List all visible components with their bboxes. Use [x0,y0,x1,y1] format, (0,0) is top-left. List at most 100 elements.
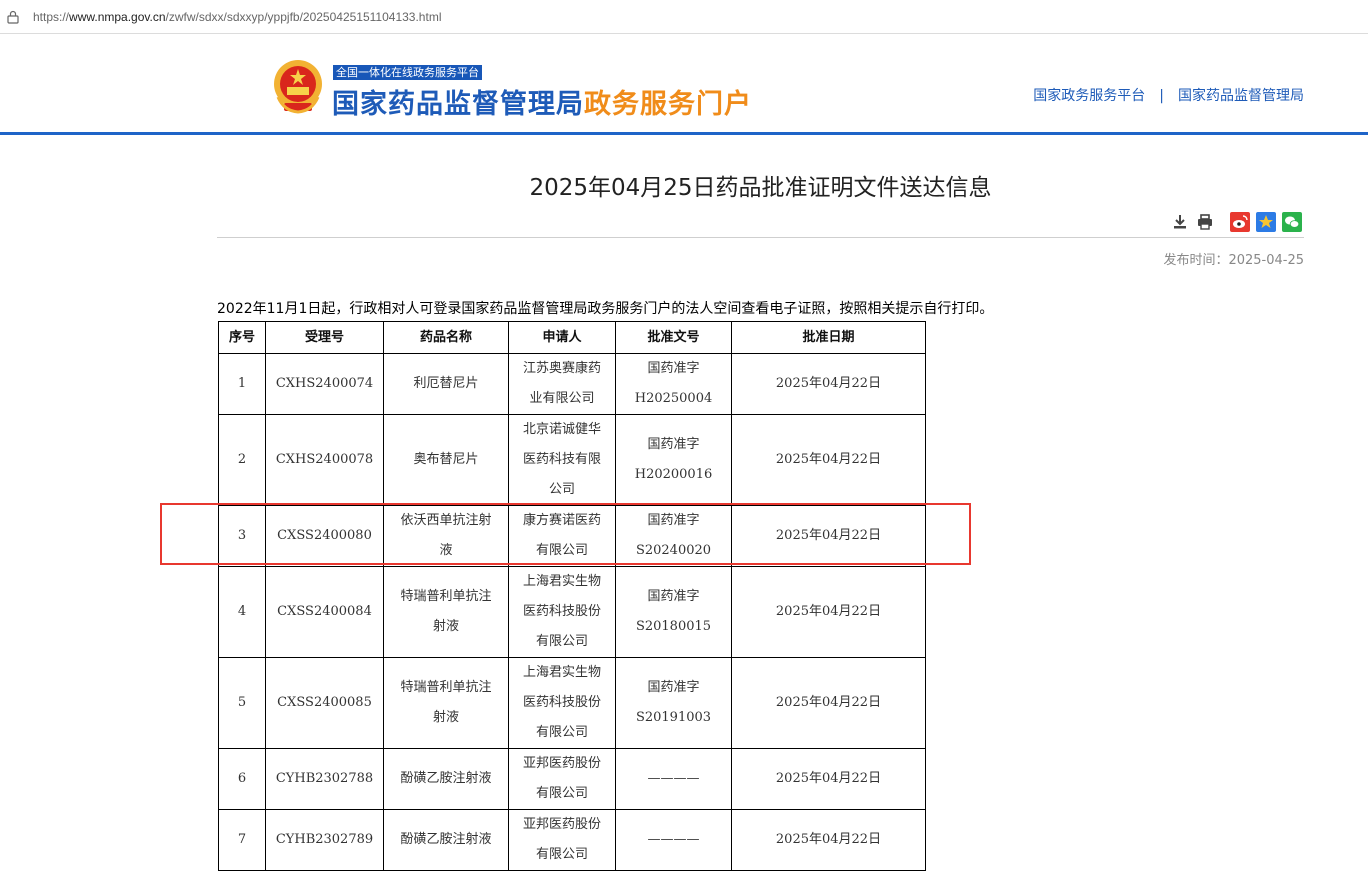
cell-drug-name-line: 酚磺乙胺注射液 [400,771,492,786]
cell-accept-no-line: CYHB2302788 [275,771,374,786]
cell-applicant-line: 有限公司 [535,634,588,649]
cell-no: 7 [218,809,266,871]
cell-approval-no: ———— [615,748,732,810]
cell-approval-no-line: S20180015 [635,619,712,634]
cell-drug-name: 奥布替尼片 [383,414,509,506]
link-national-gov-service[interactable]: 国家政务服务平台 [1033,88,1145,104]
cell-accept-no-line: CXSS2400085 [277,695,372,710]
cell-approval-date: 2025年04月22日 [731,414,926,506]
cell-applicant-line: 医药科技股份 [522,695,601,710]
cell-no: 3 [218,505,266,567]
cell-accept-no-line: CXHS2400078 [275,452,374,467]
page-title: 2025年04月25日药品批准证明文件送达信息 [529,175,992,201]
link-nmpa[interactable]: 国家药品监督管理局 [1178,88,1304,104]
th-applicant: 申请人 [508,321,616,354]
th-accept-no: 受理号 [265,321,384,354]
cell-applicant: 亚邦医药股份 有限公司 [508,748,616,810]
platform-badge[interactable]: 全国一体化在线政务服务平台 [333,65,482,80]
address-bar[interactable]: https://www.nmpa.gov.cn/zwfw/sdxx/sdxxyp… [0,0,1368,34]
cell-approval-date-line: 2025年04月22日 [775,528,882,543]
cell-approval-no: ———— [615,809,732,871]
cell-no-line: 6 [237,771,247,786]
cell-drug-name-line: 射液 [432,619,459,634]
cell-approval-date-line: 2025年04月22日 [775,604,882,619]
cell-approval-date: 2025年04月22日 [731,505,926,567]
table-row: 1 CXHS2400074 利厄替尼片 江苏奥赛康药 业有限公司 国药准字 H2025000… [218,353,926,415]
cell-approval-date-line: 2025年04月22日 [775,695,882,710]
cell-applicant-line: 上海君实生物 [522,574,601,589]
lock-icon [7,10,19,24]
th-drug-name: 药品名称 [383,321,509,354]
link-separator: | [1159,88,1164,104]
cell-approval-date-line: 2025年04月22日 [775,376,882,391]
cell-applicant-line: 有限公司 [535,786,588,801]
cell-approval-no-line: H20200016 [634,467,713,482]
table-row: 2 CXHS2400078 奥布替尼片 北京诺诚健华 医药科技有限 公司 国药准字 H2020… [218,414,926,506]
cell-no: 5 [218,657,266,749]
cell-no-line: 5 [237,695,247,710]
cell-applicant: 江苏奥赛康药 业有限公司 [508,353,616,415]
cell-approval-no-line: H20250004 [634,391,713,406]
cell-approval-no-line: 国药准字 [647,589,700,604]
cell-applicant-line: 医药科技有限 [522,452,601,467]
cell-accept-no: CYHB2302789 [265,809,384,871]
cell-drug-name: 特瑞普利单抗注 射液 [383,566,509,658]
url-scheme: https:// [33,10,70,24]
th-approval-no: 批准文号 [615,321,732,354]
cell-accept-no: CXSS2400085 [265,657,384,749]
cell-applicant: 康方赛诺医药 有限公司 [508,505,616,567]
cell-accept-no-line: CXSS2400084 [277,604,372,619]
cell-approval-no-line: 国药准字 [647,437,700,452]
cell-drug-name: 利厄替尼片 [383,353,509,415]
wechat-icon[interactable] [1282,212,1302,232]
cell-drug-name-line: 奥布替尼片 [413,452,479,467]
cell-drug-name-line: 特瑞普利单抗注 [400,589,492,604]
table-row: 6 CYHB2302788 酚磺乙胺注射液 亚邦医药股份 有限公司 ———— 2025年04… [218,748,926,810]
cell-applicant: 上海君实生物 医药科技股份 有限公司 [508,566,616,658]
cell-drug-name-line: 射液 [432,710,459,725]
cell-approval-no-line: S20240020 [635,543,712,558]
header-divider [0,132,1368,135]
cell-drug-name-line: 依沃西单抗注射 [400,513,492,528]
cell-accept-no: CXSS2400084 [265,566,384,658]
top-links: 国家政务服务平台 | 国家药品监督管理局 [1033,85,1304,105]
cell-applicant-line: 康方赛诺医药 [522,513,601,528]
qzone-icon[interactable] [1256,212,1276,232]
cell-drug-name: 特瑞普利单抗注 射液 [383,657,509,749]
cell-no: 4 [218,566,266,658]
cell-drug-name: 依沃西单抗注射液 [383,505,509,567]
download-icon[interactable] [1170,212,1190,232]
publish-time: 发布时间：2025-04-25 [1163,253,1304,268]
cell-applicant-line: 北京诺诚健华 [522,422,601,437]
cell-applicant-line: 业有限公司 [529,391,595,406]
cell-approval-date: 2025年04月22日 [731,353,926,415]
cell-drug-name: 酚磺乙胺注射液 [383,748,509,810]
cell-approval-no-line: S20191003 [635,710,712,725]
cell-no: 2 [218,414,266,506]
title-divider [217,237,1304,238]
cell-no-line: 4 [237,604,247,619]
print-icon[interactable] [1195,212,1215,232]
cell-approval-no: 国药准字 H20250004 [615,353,732,415]
weibo-icon[interactable] [1230,212,1250,232]
site-title[interactable]: 国家药品监督管理局政务服务门户 [332,82,752,121]
cell-applicant-line: 有限公司 [535,847,588,862]
cell-applicant-line: 上海君实生物 [522,665,601,680]
cell-approval-no-line: 国药准字 [647,513,700,528]
cell-approval-date-line: 2025年04月22日 [775,771,882,786]
cell-no-line: 3 [237,528,247,543]
national-emblem-icon[interactable] [270,57,326,115]
cell-accept-no: CYHB2302788 [265,748,384,810]
cell-applicant-line: 有限公司 [535,543,588,558]
cell-approval-no-line: ———— [647,771,700,786]
cell-approval-date: 2025年04月22日 [731,657,926,749]
url-text[interactable]: https://www.nmpa.gov.cn/zwfw/sdxx/sdxxyp… [33,10,441,24]
cell-approval-no-line: 国药准字 [647,361,700,376]
cell-no-line: 1 [237,376,247,391]
approval-table: 序号 受理号 药品名称 申请人 批准文号 批准日期 1 CXHS2400074 利厄… [218,321,926,871]
cell-applicant-line: 公司 [548,482,575,497]
notice-text: 2022年11月1日起，行政相对人可登录国家药品监督管理局政务服务门户的法人空间… [217,301,994,317]
cell-accept-no: CXSS2400080 [265,505,384,567]
cell-no: 6 [218,748,266,810]
cell-approval-no: 国药准字 H20200016 [615,414,732,506]
